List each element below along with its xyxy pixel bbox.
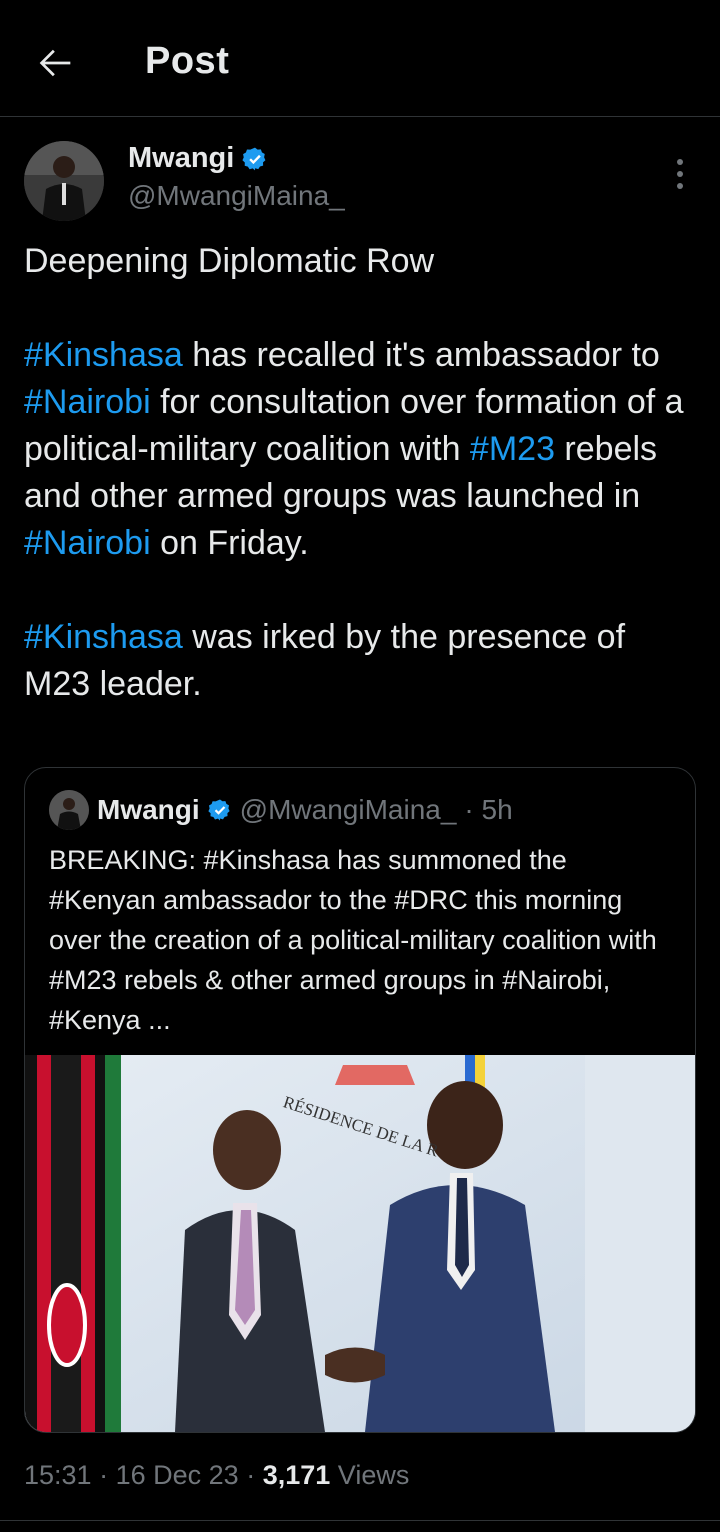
top-bar: Post <box>0 0 720 117</box>
author-name[interactable]: Mwangi <box>128 142 234 175</box>
tweet-text: Deepening Diplomatic Row #Kinshasa has r… <box>24 238 696 708</box>
quoted-tweet[interactable]: Mwangi @MwangiMaina_ · 5h BREAKING: #Kin… <box>24 767 696 1433</box>
more-vertical-icon[interactable] <box>664 156 696 192</box>
divider <box>0 1520 720 1521</box>
tweet-text-run: has recalled it's ambassador to <box>182 336 660 374</box>
meta-separator: · <box>246 1460 263 1490</box>
views-count[interactable]: 3,171 <box>263 1460 331 1490</box>
quoted-author-avatar <box>49 790 89 830</box>
tweet-date: 16 Dec 23 <box>115 1460 239 1490</box>
verified-badge-icon <box>208 799 230 821</box>
verified-badge-icon <box>242 147 266 170</box>
hashtag-link[interactable]: #M23 <box>470 430 555 468</box>
author-avatar[interactable] <box>24 141 104 221</box>
hashtag-link[interactable]: #Kinshasa <box>24 618 183 656</box>
hashtag-link[interactable]: #Kinshasa <box>24 336 183 374</box>
quoted-tweet-image[interactable]: RÉSIDENCE DE LA R <box>25 1055 695 1432</box>
tweet-text-run: on Friday. <box>150 524 309 562</box>
quoted-author-handle: @MwangiMaina_ <box>239 794 457 825</box>
author-handle[interactable]: @MwangiMaina_ <box>128 180 345 212</box>
author-name-row: Mwangi <box>128 142 268 175</box>
hashtag-link[interactable]: #Nairobi <box>24 524 151 562</box>
meta-separator: · <box>99 1460 116 1490</box>
quoted-timestamp: · 5h <box>464 794 513 825</box>
tweet-time: 15:31 <box>24 1460 92 1490</box>
views-label: Views <box>337 1460 410 1490</box>
quoted-author-name: Mwangi <box>97 794 200 825</box>
quoted-tweet-header: Mwangi @MwangiMaina_ · 5h <box>49 790 513 830</box>
quoted-tweet-text: BREAKING: #Kinshasa has summoned the #Ke… <box>49 845 657 1035</box>
tweet-line-1: Deepening Diplomatic Row <box>24 242 435 280</box>
tweet-meta: 15:31 · 16 Dec 23 · 3,171 Views <box>24 1460 409 1491</box>
tweet-paragraph-3: #Kinshasa was irked by the presence of M… <box>24 614 696 708</box>
hashtag-link[interactable]: #Nairobi <box>24 383 151 421</box>
page-title: Post <box>145 40 230 82</box>
tweet-paragraph-2: #Kinshasa has recalled it's ambassador t… <box>24 332 696 567</box>
arrow-left-icon[interactable] <box>32 40 78 86</box>
